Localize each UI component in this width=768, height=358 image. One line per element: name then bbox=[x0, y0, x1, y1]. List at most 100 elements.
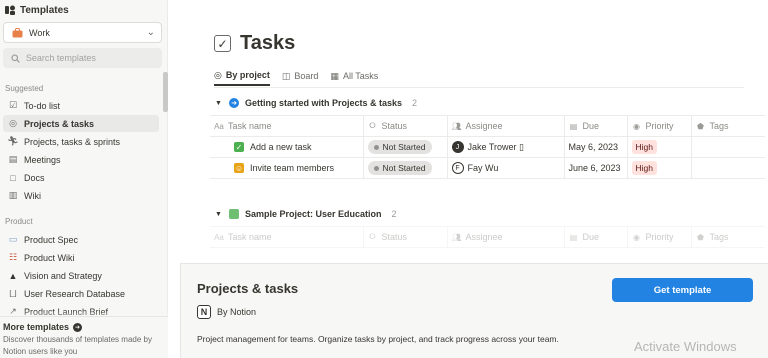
sidebar-item-meetings[interactable]: ▤ Meetings bbox=[3, 151, 159, 168]
people-icon: 👥︎ bbox=[451, 232, 462, 242]
status-icon: ⭘ bbox=[369, 232, 376, 241]
sidebar-item-docs[interactable]: □ Docs bbox=[3, 169, 159, 186]
chevron-down-icon: ⌄ bbox=[146, 27, 155, 38]
page-title-text: Tasks bbox=[240, 32, 296, 54]
tab-board[interactable]: ◫ Board bbox=[282, 66, 319, 86]
arrow-circle-icon: ➜ bbox=[229, 98, 239, 108]
leaf-icon bbox=[229, 209, 239, 219]
category-select[interactable]: Work ⌄ bbox=[3, 22, 162, 43]
task-name[interactable]: Invite team members bbox=[250, 163, 334, 173]
sidebar-item-label: Product Wiki bbox=[24, 252, 75, 263]
author-name: By Notion bbox=[217, 307, 257, 317]
column-header[interactable]: Due bbox=[583, 232, 600, 242]
template-author: N By Notion bbox=[197, 305, 256, 319]
tab-by-project[interactable]: ◎ By project bbox=[214, 66, 270, 86]
due-date: June 6, 2023 bbox=[568, 163, 621, 173]
triangle-down-icon: ▼ bbox=[215, 99, 222, 107]
group-header[interactable]: ▼ Sample Project: User Education 2 bbox=[215, 209, 397, 219]
status-badge[interactable]: Not Started bbox=[367, 140, 432, 154]
column-header[interactable]: Status bbox=[382, 121, 408, 131]
status-text: Not Started bbox=[382, 142, 426, 152]
sidebar-item-label: To-do list bbox=[24, 100, 61, 111]
sidebar-item-label: Projects, tasks & sprints bbox=[24, 136, 121, 147]
checkbox-icon: ✓ bbox=[234, 142, 244, 152]
board-icon: ◫ bbox=[281, 70, 291, 81]
sidebar-item-product-spec[interactable]: ▭ Product Spec bbox=[3, 231, 159, 248]
avatar: J bbox=[451, 141, 464, 153]
tab-label: All Tasks bbox=[342, 71, 379, 81]
mountain-icon: ▲ bbox=[8, 270, 18, 281]
sidebar-item-projects-tasks[interactable]: ◎ Projects & tasks bbox=[3, 115, 159, 132]
notion-logo-icon: N bbox=[197, 305, 211, 319]
runner-icon: 🏃︎ bbox=[7, 136, 19, 146]
due-date: May 6, 2023 bbox=[568, 142, 619, 152]
product-section-label: Product bbox=[5, 217, 33, 226]
page-title: ✓ Tasks bbox=[214, 32, 295, 55]
tags-cell[interactable] bbox=[691, 136, 765, 158]
tags-cell[interactable] bbox=[691, 157, 765, 179]
task-name[interactable]: Add a new task bbox=[250, 142, 312, 152]
sidebar-title: Templates bbox=[20, 4, 69, 16]
text-property-icon: Aa bbox=[214, 121, 224, 131]
get-template-button[interactable]: Get template bbox=[612, 278, 753, 302]
more-templates[interactable]: More templates ➜ Discover thousands of t… bbox=[0, 316, 168, 358]
table-header-row: Aa Task name ⭘ Status 👥︎ Assignee ▤ Due ◉ Pri… bbox=[210, 226, 765, 248]
sidebar-item-label: Product Spec bbox=[24, 234, 79, 245]
search-box[interactable] bbox=[3, 48, 162, 68]
column-header[interactable]: Status bbox=[382, 232, 408, 242]
column-header[interactable]: Due bbox=[583, 121, 600, 131]
sidebar-item-label: Docs bbox=[24, 172, 45, 183]
table-row[interactable]: ☺ Invite team members Not Started F Fay Wu… bbox=[210, 157, 765, 179]
wiki-icon: ☷ bbox=[8, 252, 18, 262]
sidebar-item-vision-and-strategy[interactable]: ▲ Vision and Strategy bbox=[3, 267, 159, 284]
column-header[interactable]: Assignee bbox=[466, 121, 503, 131]
sidebar-item-label: Wiki bbox=[24, 190, 41, 201]
people-icon: 👥︎ bbox=[451, 121, 462, 131]
priority-badge[interactable]: High bbox=[631, 161, 657, 175]
search-icon bbox=[11, 53, 20, 63]
target-icon: ◎ bbox=[214, 69, 222, 80]
column-header[interactable]: Tags bbox=[710, 121, 729, 131]
sidebar-header: Templates bbox=[4, 4, 69, 16]
priority-badge[interactable]: High bbox=[631, 140, 657, 154]
assignee-name: Fay Wu bbox=[467, 163, 499, 173]
column-header[interactable]: Task name bbox=[228, 121, 272, 131]
more-templates-title: More templates bbox=[3, 322, 70, 332]
column-header[interactable]: Task name bbox=[228, 232, 272, 242]
template-description: Project management for teams. Organize t… bbox=[197, 334, 559, 344]
priority-icon: ◉ bbox=[633, 232, 640, 242]
assignee-name: Jake Trower ▯ bbox=[467, 141, 524, 152]
sidebar-item-label: Vision and Strategy bbox=[24, 270, 102, 281]
view-tabs: ◎ By project ◫ Board ▦ All Tasks bbox=[214, 66, 744, 88]
group-header[interactable]: ▼ ➜ Getting started with Projects & task… bbox=[215, 98, 417, 108]
sidebar-item-to-do-list[interactable]: ☑ To-do list bbox=[3, 97, 159, 114]
suggested-section-label: Suggested bbox=[5, 84, 44, 93]
templates-icon bbox=[5, 5, 15, 15]
checkbox-icon: ☑ bbox=[8, 100, 18, 110]
sidebar-item-wiki[interactable]: ▥ Wiki bbox=[3, 187, 159, 204]
sidebar-item-projects-tasks-sprints[interactable]: 🏃︎ Projects, tasks & sprints bbox=[3, 133, 159, 150]
calendar-icon: ▤ bbox=[8, 154, 18, 164]
checkbox-icon: ✓ bbox=[214, 35, 231, 52]
calendar-icon: ▤ bbox=[569, 121, 578, 131]
tab-label: By project bbox=[225, 70, 270, 80]
people-icon: ☺ bbox=[234, 163, 244, 173]
column-header[interactable]: Priority bbox=[646, 232, 674, 242]
sidebar-item-label: User Research Database bbox=[24, 288, 126, 299]
column-header[interactable]: Tags bbox=[710, 232, 729, 242]
sidebar-item-product-wiki[interactable]: ☷ Product Wiki bbox=[3, 249, 159, 266]
search-input[interactable] bbox=[25, 53, 154, 63]
tab-label: Board bbox=[294, 71, 319, 81]
table-header-row: Aa Task name ⭘ Status 👥︎ Assignee ▤ Due ◉ Pri… bbox=[210, 115, 765, 137]
table-row[interactable]: ✓ Add a new task Not Started J Jake Trower… bbox=[210, 136, 765, 158]
tab-all-tasks[interactable]: ▦ All Tasks bbox=[330, 66, 378, 86]
spec-icon: ▭ bbox=[8, 234, 18, 244]
status-badge[interactable]: Not Started bbox=[367, 161, 432, 175]
tag-icon: ⬟ bbox=[697, 121, 704, 131]
sidebar-scrollbar[interactable] bbox=[163, 72, 168, 112]
template-title: Projects & tasks bbox=[197, 281, 299, 296]
research-icon: ⨆ bbox=[9, 288, 17, 298]
sidebar-item-user-research-database[interactable]: ⨆ User Research Database bbox=[3, 285, 159, 302]
column-header[interactable]: Priority bbox=[646, 121, 674, 131]
column-header[interactable]: Assignee bbox=[466, 232, 503, 242]
